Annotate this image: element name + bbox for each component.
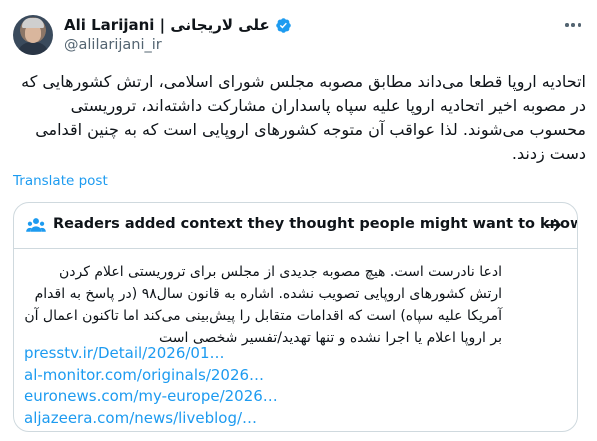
community-note: Readers added context they thought peopl… [13,202,578,432]
tweet-header: Ali Larijani | علی لاریجانی @alilarijani… [13,14,584,60]
community-note-text: ادعا نادرست است. هیچ مصوبه جدیدی از مجلس… [24,264,502,346]
community-note-header[interactable]: Readers added context they thought peopl… [14,203,577,249]
source-link[interactable]: aljazeera.com/news/liveblog/… [24,408,564,430]
author-name-row: Ali Larijani | علی لاریجانی [64,15,292,35]
author-display-name[interactable]: Ali Larijani | علی لاریجانی [64,16,270,34]
community-note-title: Readers added context they thought peopl… [53,216,578,232]
more-options-icon[interactable] [562,16,584,34]
tweet-text: اتحادیه اروپا قطعا می‌داند مطابق مصوبه م… [21,72,586,163]
community-note-sources: presstv.ir/Detail/2026/01… al-monitor.co… [24,343,564,429]
avatar[interactable] [13,15,53,55]
verified-badge-icon [276,17,291,33]
source-link[interactable]: al-monitor.com/originals/2026… [24,365,564,387]
source-link[interactable]: presstv.ir/Detail/2026/01… [24,343,564,365]
arrow-right-icon[interactable] [545,216,563,234]
people-icon [26,218,46,232]
source-link[interactable]: euronews.com/my-europe/2026… [24,386,564,408]
translate-post-link[interactable]: Translate post [13,173,108,189]
author-handle[interactable]: @alilarijani_ir [64,37,162,53]
